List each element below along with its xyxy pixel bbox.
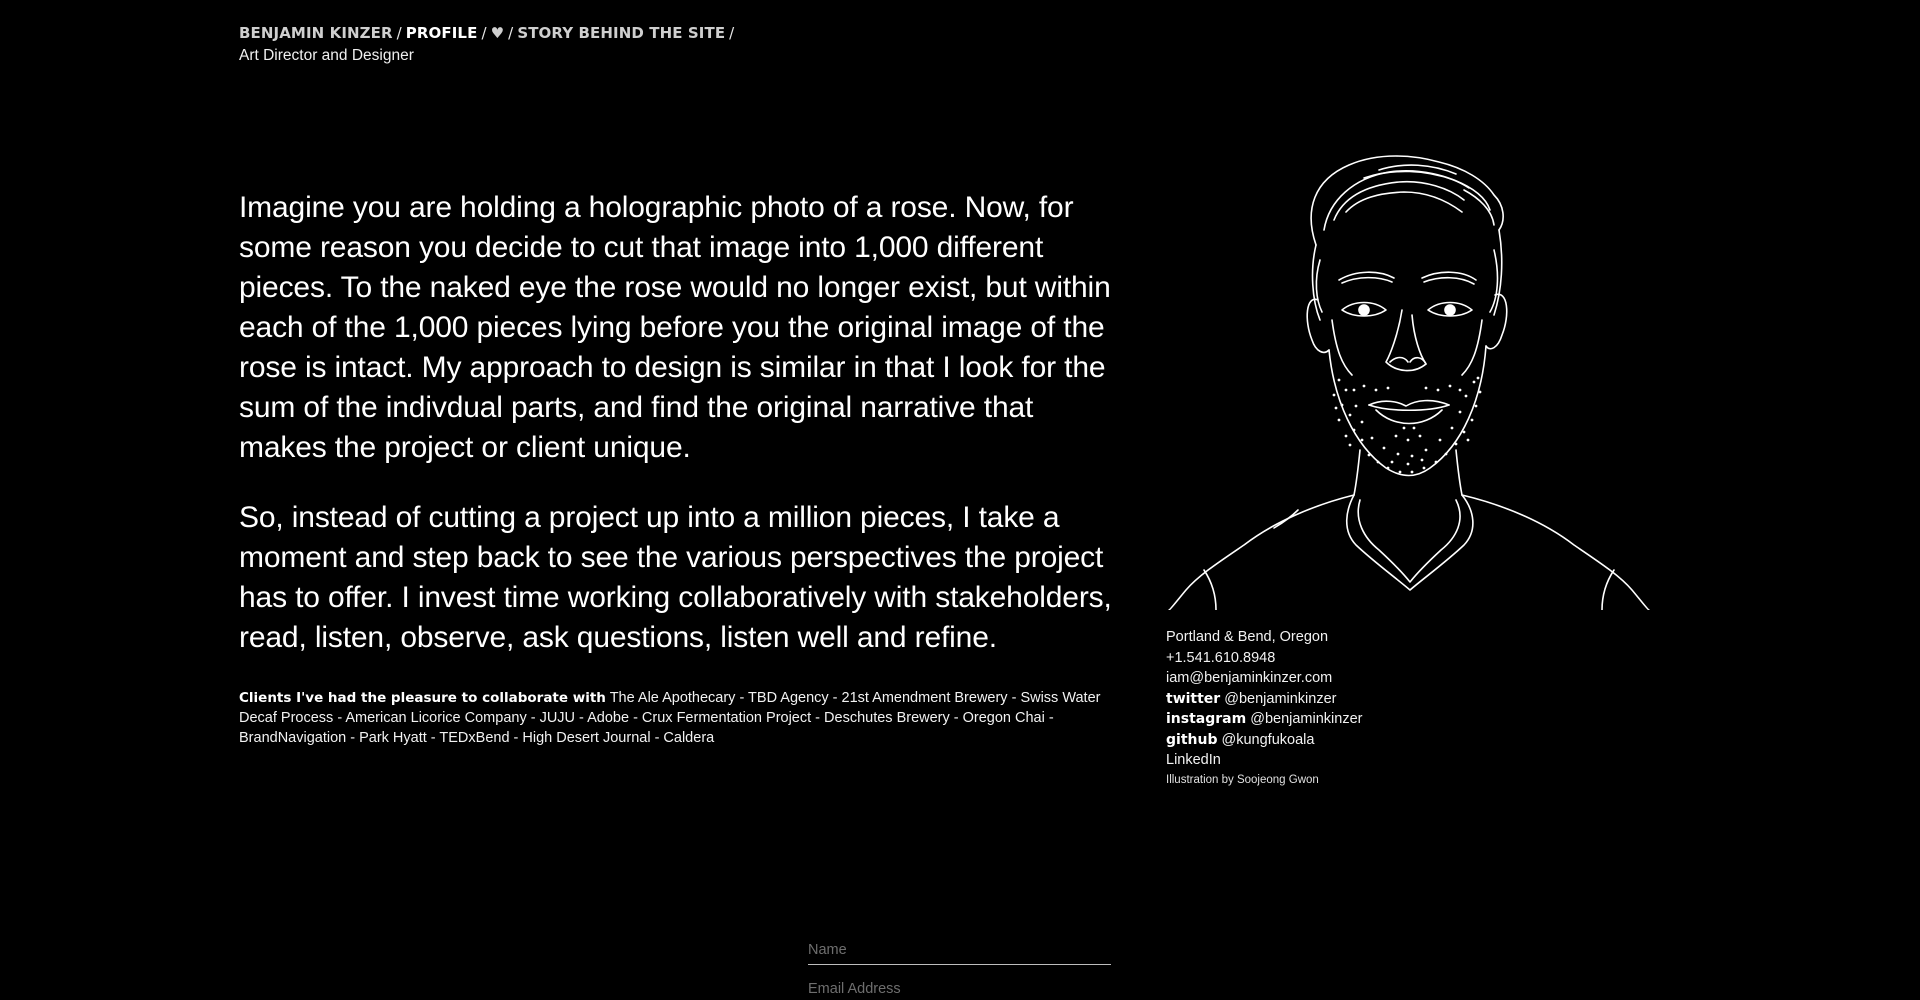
contact-form <box>808 940 1111 1000</box>
site-header: BENJAMIN KINZER / PROFILE / ♥ / STORY BEHIND T… <box>239 22 738 66</box>
twitter-link[interactable]: @benjaminkinzer <box>1224 691 1336 707</box>
email-input[interactable] <box>808 979 1111 1000</box>
nav-story-link[interactable]: STORY BEHIND THE SITE <box>517 24 725 42</box>
instagram-label: instagram <box>1166 711 1247 727</box>
nav-separator: / <box>481 24 487 42</box>
illustration-credit: Illustration by Soojeong Gwon <box>1166 773 1319 786</box>
portrait-illustration <box>1164 150 1682 611</box>
github-label: github <box>1166 731 1218 748</box>
email-link[interactable]: iam@benjaminkinzer.com <box>1166 670 1332 686</box>
github-link[interactable]: @kungfukoala <box>1222 732 1315 748</box>
location-text: Portland & Bend, Oregon <box>1166 629 1329 645</box>
breadcrumb-nav: BENJAMIN KINZER / PROFILE / ♥ / STORY BEHIND T… <box>239 22 738 44</box>
linkedin-link[interactable]: LinkedIn <box>1166 752 1221 768</box>
instagram-link[interactable]: @benjaminkinzer <box>1250 711 1362 727</box>
nav-separator: / <box>396 24 402 42</box>
nav-separator: / <box>508 24 514 42</box>
nav-separator: / <box>729 24 735 42</box>
phone-link[interactable]: +1.541.610.8948 <box>1166 650 1275 666</box>
name-input[interactable] <box>808 940 1111 965</box>
instagram-row: instagram @benjaminkinzer <box>1166 709 1362 730</box>
site-subtitle: Art Director and Designer <box>239 47 414 64</box>
nav-heart-link[interactable]: ♥ <box>491 24 505 42</box>
nav-profile-link[interactable]: PROFILE <box>406 24 478 42</box>
clients-list: Clients I've had the pleasure to collabo… <box>239 688 1119 748</box>
intro-paragraph: Imagine you are holding a holographic ph… <box>239 191 1111 464</box>
twitter-label: twitter <box>1166 690 1221 707</box>
nav-home-link[interactable]: BENJAMIN KINZER <box>239 24 393 42</box>
intro-paragraph: So, instead of cutting a project up into… <box>239 501 1112 654</box>
github-row: github @kungfukoala <box>1166 730 1362 751</box>
portrait-icon <box>1168 155 1650 611</box>
intro-section: Imagine you are holding a holographic ph… <box>239 188 1119 748</box>
profile-page: BENJAMIN KINZER / PROFILE / ♥ / STORY BEHIND T… <box>0 0 1920 1000</box>
twitter-row: twitter @benjaminkinzer <box>1166 689 1362 710</box>
contact-info: Portland & Bend, Oregon +1.541.610.8948 … <box>1166 627 1362 789</box>
clients-heading: Clients I've had the pleasure to collabo… <box>239 690 606 706</box>
